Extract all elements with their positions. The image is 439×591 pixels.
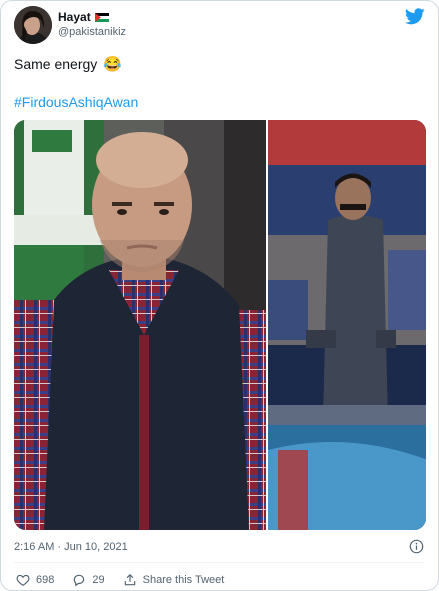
- palestine-flag-icon: [94, 12, 109, 22]
- author-name-row: Hayat: [58, 10, 109, 24]
- laughing-emoji-icon: 😂: [103, 55, 122, 73]
- heart-icon: [16, 574, 30, 586]
- divider: [14, 562, 425, 563]
- avatar-image: [14, 6, 52, 44]
- tweet-actions: 698 29 Share this Tweet: [16, 573, 242, 587]
- like-count: 698: [36, 574, 55, 586]
- share-icon: [124, 574, 135, 586]
- media-photo-right: [266, 120, 426, 530]
- reply-button[interactable]: 29: [72, 573, 105, 587]
- author-handle[interactable]: @pakistanikiz: [58, 26, 126, 38]
- tweet-media[interactable]: [14, 120, 426, 530]
- photo-man-in-vest: [14, 120, 266, 530]
- tweet-body: Same energy: [14, 56, 98, 72]
- photo-man-studio: [268, 120, 426, 530]
- info-icon[interactable]: [409, 539, 424, 554]
- share-label: Share this Tweet: [142, 574, 225, 586]
- author-name[interactable]: Hayat: [58, 10, 91, 24]
- twitter-logo-icon[interactable]: [405, 8, 425, 25]
- media-photo-left: [14, 120, 266, 530]
- author-avatar[interactable]: [14, 6, 52, 44]
- share-button[interactable]: Share this Tweet: [123, 573, 225, 587]
- tweet-card: Hayat @pakistanikiz Same energy 😂 #Firdo…: [0, 0, 439, 591]
- reply-count: 29: [92, 574, 105, 586]
- tweet-text: Same energy 😂: [14, 56, 122, 72]
- tweet-timestamp[interactable]: 2:16 AM · Jun 10, 2021: [14, 541, 128, 553]
- like-button[interactable]: 698: [16, 573, 54, 587]
- reply-bubble-icon: [74, 574, 85, 587]
- hashtag-link[interactable]: #FirdousAshiqAwan: [14, 94, 138, 110]
